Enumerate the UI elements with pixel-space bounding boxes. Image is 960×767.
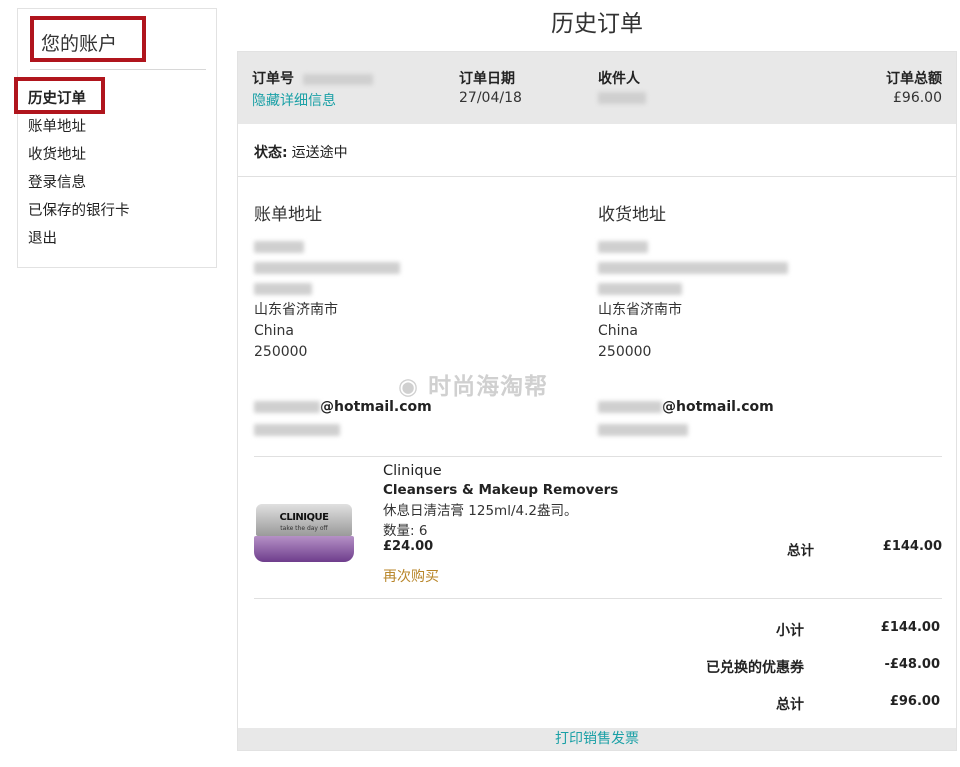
sidebar-item-order-history[interactable]: 历史订单: [28, 89, 130, 117]
order-date-label: 订单日期: [459, 71, 515, 87]
billing-province-city: 山东省济南市: [254, 302, 338, 318]
billing-name-redacted: [254, 237, 554, 258]
order-line-item: CLINIQUE take the day off Clinique Clean…: [254, 457, 942, 599]
shipping-address: 收货地址 山东省济南市 China 250000 @hotmail.com: [598, 200, 898, 436]
shipping-country: China: [598, 323, 638, 339]
recipient-label: 收件人: [598, 71, 640, 87]
status-divider: [238, 176, 956, 177]
order-number-label: 订单号: [252, 68, 373, 88]
billing-phone-redacted: [254, 420, 340, 441]
product-info: Clinique Cleansers & Makeup Removers 休息日…: [383, 463, 618, 586]
weibo-icon: ◉: [398, 374, 420, 400]
billing-street-redacted: [254, 258, 554, 279]
page-title: 历史订单: [551, 11, 643, 37]
billing-district-redacted: [254, 279, 554, 300]
shipping-email: @hotmail.com: [598, 399, 774, 415]
sidebar-item-login-info[interactable]: 登录信息: [28, 173, 130, 201]
status-value: 运送途中: [291, 145, 348, 161]
coupon-value: -£48.00: [884, 657, 940, 672]
shipping-postcode: 250000: [598, 344, 652, 360]
status-label: 状态:: [254, 145, 288, 161]
billing-email: @hotmail.com: [254, 399, 432, 415]
shipping-phone-redacted: [598, 420, 688, 441]
product-jar-lid: CLINIQUE take the day off: [256, 504, 352, 536]
shipping-province-city: 山东省济南市: [598, 302, 682, 318]
sidebar-divider: [30, 69, 206, 70]
coupon-label: 已兑换的优惠券: [706, 660, 804, 676]
line-total-label: 总计: [787, 543, 814, 559]
product-jar-body: [254, 536, 354, 562]
order-date: 27/04/18: [459, 90, 522, 106]
product-description: 休息日清洁膏 125ml/4.2盎司。: [383, 503, 578, 519]
product-quantity: 数量: 6: [383, 523, 428, 539]
product-brand: Clinique: [383, 463, 442, 479]
print-invoice-bar: 打印销售发票: [238, 728, 956, 750]
order-card: 订单号 隐藏详细信息 订单日期 27/04/18 收件人 订单总额 £96.00…: [237, 51, 957, 751]
account-title-highlight: 您的账户: [30, 16, 146, 62]
subtotal-label: 小计: [776, 623, 804, 639]
account-sidebar: 您的账户 历史订单 账单地址 收货地址 登录信息 已保存的银行卡 退出: [14, 8, 217, 268]
billing-address: 账单地址 山东省济南市 China 250000 @hotmail.com: [254, 200, 554, 436]
shipping-street-redacted: [598, 258, 898, 279]
order-header: 订单号 隐藏详细信息 订单日期 27/04/18 收件人 订单总额 £96.00: [238, 52, 956, 124]
summary-subtotal: 小计 £144.00: [500, 620, 940, 640]
shipping-address-heading: 收货地址: [598, 205, 666, 225]
shipping-name-redacted: [598, 237, 898, 258]
grand-total-value: £96.00: [889, 694, 940, 709]
product-divider: [254, 598, 942, 599]
sidebar-item-billing-address[interactable]: 账单地址: [28, 117, 130, 145]
product-unit-price: £24.00: [383, 539, 434, 554]
order-status: 状态: 运送途中: [254, 142, 348, 162]
account-nav: 历史订单 账单地址 收货地址 登录信息 已保存的银行卡 退出: [28, 89, 130, 257]
product-name[interactable]: Cleansers & Makeup Removers: [383, 482, 618, 499]
reorder-link[interactable]: 再次购买: [383, 566, 618, 586]
billing-country: China: [254, 323, 294, 339]
shipping-district-redacted: [598, 279, 898, 300]
watermark: ◉ 时尚海淘帮: [398, 374, 549, 400]
order-total-label: 订单总额: [886, 71, 942, 87]
summary-grand-total: 总计 £96.00: [500, 694, 940, 714]
line-total: £144.00: [882, 539, 942, 554]
toggle-details-link[interactable]: 隐藏详细信息: [252, 90, 336, 110]
summary-coupon: 已兑换的优惠券 -£48.00: [500, 657, 940, 677]
recipient-redacted: [598, 90, 646, 106]
sidebar-item-shipping-address[interactable]: 收货地址: [28, 145, 130, 173]
order-total: £96.00: [893, 90, 942, 106]
order-number-redacted: [302, 73, 373, 85]
product-jar-subtitle: take the day off: [280, 525, 328, 532]
subtotal-value: £144.00: [880, 620, 940, 635]
print-invoice-link[interactable]: 打印销售发票: [555, 731, 639, 747]
billing-postcode: 250000: [254, 344, 308, 360]
product-jar-brand: CLINIQUE: [279, 512, 329, 523]
billing-address-heading: 账单地址: [254, 205, 322, 225]
sidebar-item-saved-cards[interactable]: 已保存的银行卡: [28, 201, 130, 229]
sidebar-item-logout[interactable]: 退出: [28, 229, 130, 257]
account-title: 您的账户: [41, 33, 118, 55]
grand-total-label: 总计: [776, 697, 804, 713]
product-image[interactable]: CLINIQUE take the day off: [254, 504, 354, 564]
